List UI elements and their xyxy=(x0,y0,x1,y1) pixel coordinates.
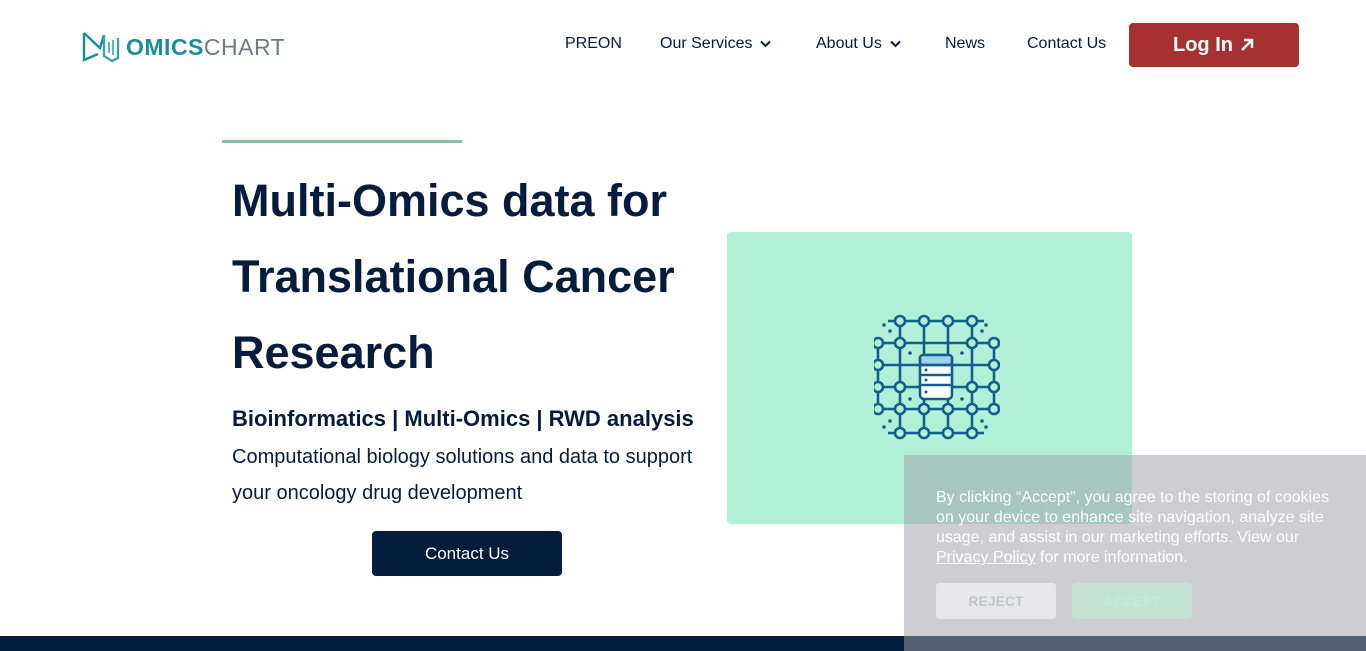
nav-news[interactable]: News xyxy=(945,35,985,53)
hero-title-line: Multi-Omics data for xyxy=(232,175,668,226)
cookie-reject-button[interactable]: REJECT xyxy=(936,583,1056,619)
login-button[interactable]: Log In xyxy=(1129,23,1299,67)
hero-title-line: Translational Cancer xyxy=(232,251,675,302)
cookie-message: By clicking “Accept”, you agree to the s… xyxy=(936,488,1336,568)
site-header: OMICSCHART PREON Our Services About Us N… xyxy=(0,0,1366,90)
nav-our-services-label: Our Services xyxy=(660,35,753,52)
data-network-database-icon xyxy=(874,314,1000,440)
logo-text-omics: OMICS xyxy=(126,33,204,60)
nav-about-us[interactable]: About Us xyxy=(816,35,901,53)
hero-description: Computational biology solutions and data… xyxy=(232,446,693,504)
logo-text-chart: CHART xyxy=(203,33,286,60)
cookie-banner: By clicking “Accept”, you agree to the s… xyxy=(904,455,1366,651)
cookie-text-before: By clicking “Accept”, you agree to the s… xyxy=(936,489,1330,546)
arrow-up-right-icon xyxy=(1241,38,1254,51)
nav-about-us-label: About Us xyxy=(816,35,882,52)
nav-preon[interactable]: PREON xyxy=(565,35,622,53)
chevron-down-icon xyxy=(890,40,901,48)
login-button-label: Log In xyxy=(1173,33,1233,56)
hero-accent-line xyxy=(222,140,462,143)
nav-our-services[interactable]: Our Services xyxy=(660,35,772,53)
site-logo[interactable]: OMICSCHART xyxy=(82,30,285,64)
hero-title-line: Research xyxy=(232,327,435,378)
chevron-down-icon xyxy=(760,40,772,48)
cookie-text-after: for more information. xyxy=(1035,549,1188,566)
hero-title: Multi-Omics data for Translational Cance… xyxy=(232,163,712,391)
privacy-policy-link[interactable]: Privacy Policy xyxy=(936,549,1036,566)
hero-subtitle: Bioinformatics | Multi-Omics | RWD analy… xyxy=(232,406,694,431)
dna-book-logo-icon xyxy=(82,32,120,63)
cookie-accept-button[interactable]: ACCEPT xyxy=(1072,583,1192,619)
logo-wordmark: OMICSCHART xyxy=(126,33,286,60)
hero-contact-button[interactable]: Contact Us xyxy=(372,531,562,576)
nav-contact-us[interactable]: Contact Us xyxy=(1027,35,1106,53)
